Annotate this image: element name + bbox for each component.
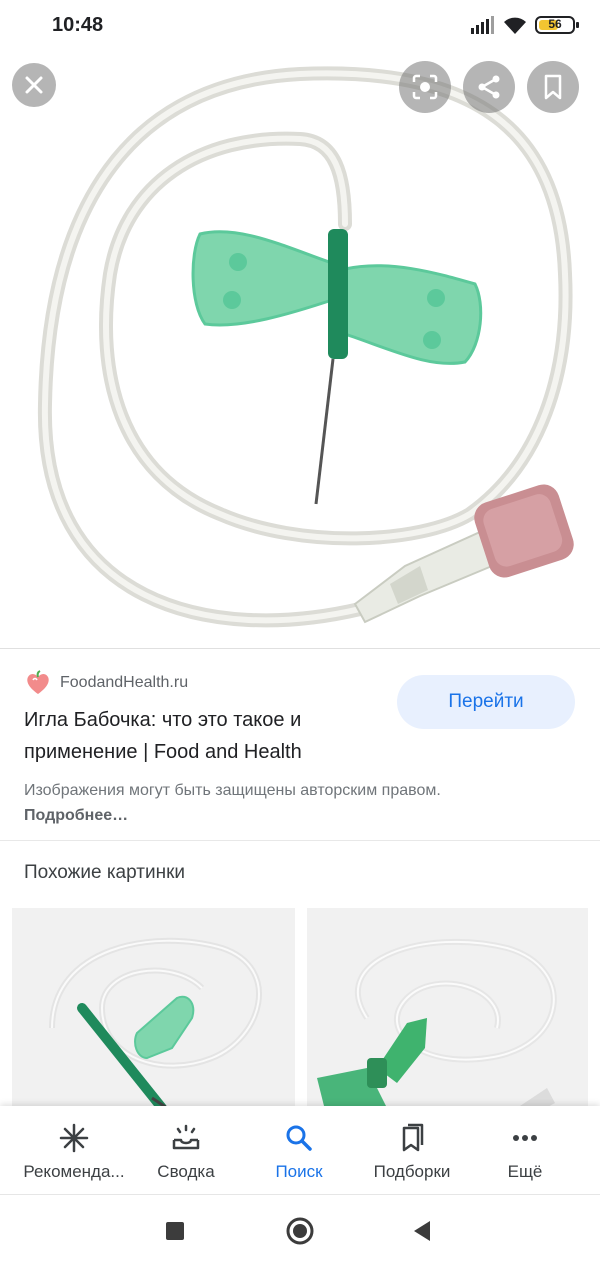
source-row[interactable]: FoodandHealth.ru <box>24 668 188 698</box>
close-button[interactable] <box>12 63 56 107</box>
heart-apple-logo-icon <box>27 670 49 694</box>
nav-recommendations[interactable]: Рекоменда... <box>14 1106 134 1194</box>
nav-label: Поиск <box>275 1162 323 1181</box>
system-navigation-bar <box>0 1194 600 1267</box>
share-button[interactable] <box>463 61 515 113</box>
nav-search[interactable]: Поиск <box>239 1106 359 1194</box>
similar-images-heading: Похожие картинки <box>24 862 185 883</box>
home-icon[interactable] <box>286 1217 314 1245</box>
status-time: 10:48 <box>52 14 104 36</box>
share-icon <box>478 75 500 99</box>
google-lens-icon <box>412 74 438 100</box>
nav-summary[interactable]: Сводка <box>126 1106 246 1194</box>
close-icon <box>25 76 43 94</box>
more-dots-icon <box>513 1135 537 1141</box>
bottom-navigation: Рекоменда... Сводка Поиск Подборки Ещё <box>0 1106 600 1194</box>
similar-image-2 <box>317 938 557 1118</box>
battery-icon: 56 <box>535 16 579 34</box>
signal-icon <box>471 16 494 34</box>
divider <box>0 648 600 649</box>
bookmark-button[interactable] <box>527 61 579 113</box>
nav-label: Сводка <box>157 1162 215 1181</box>
back-icon[interactable] <box>412 1220 432 1242</box>
divider <box>0 840 600 841</box>
copyright-note: Изображения могут быть защищены авторски… <box>24 778 494 828</box>
similar-image-thumbnail[interactable] <box>12 908 295 1118</box>
asterisk-icon <box>59 1123 89 1153</box>
inbox-tray-icon <box>172 1124 200 1150</box>
battery-level: 56 <box>548 17 562 31</box>
visit-button[interactable]: Перейти <box>397 675 575 729</box>
image-viewer[interactable] <box>0 44 600 648</box>
nav-label: Ещё <box>507 1162 543 1181</box>
lens-button[interactable] <box>399 61 451 113</box>
collections-icon <box>402 1123 424 1152</box>
recents-icon[interactable] <box>165 1221 185 1241</box>
learn-more-link[interactable]: Подробнее… <box>24 807 128 824</box>
nav-more[interactable]: Ещё <box>465 1106 585 1194</box>
butterfly-needle-image <box>37 66 574 628</box>
wifi-icon <box>504 17 526 34</box>
nav-label: Рекоменда... <box>23 1162 125 1181</box>
result-title[interactable]: Игла Бабочка: что это такое и применение… <box>24 704 384 768</box>
bookmark-icon <box>544 74 562 100</box>
copyright-text: Изображения могут быть защищены авторски… <box>24 782 441 799</box>
nav-collections[interactable]: Подборки <box>352 1106 472 1194</box>
search-icon <box>286 1125 312 1151</box>
similar-image-1 <box>49 937 262 1118</box>
nav-label: Подборки <box>373 1162 451 1181</box>
source-name: FoodandHealth.ru <box>60 674 189 691</box>
similar-image-thumbnail[interactable] <box>307 908 588 1118</box>
